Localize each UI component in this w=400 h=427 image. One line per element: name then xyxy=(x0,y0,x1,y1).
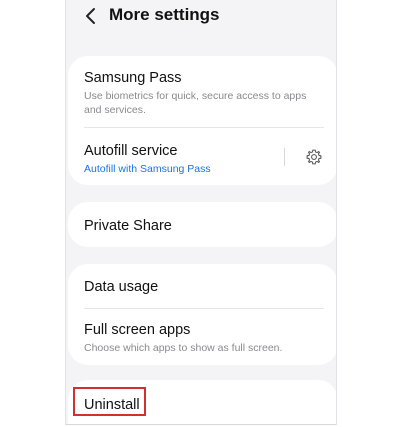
autofill-subtitle: Autofill with Samsung Pass xyxy=(84,163,211,175)
uninstall-button[interactable]: Uninstall xyxy=(84,397,140,413)
samsung-pass-item[interactable]: Samsung Pass Use biometrics for quick, s… xyxy=(84,69,318,117)
data-usage-item[interactable]: Data usage xyxy=(84,278,318,296)
autofill-title: Autofill service xyxy=(84,143,178,159)
gear-icon[interactable] xyxy=(305,148,323,166)
pass-autofill-card: Samsung Pass Use biometrics for quick, s… xyxy=(68,56,336,185)
vertical-divider xyxy=(284,148,285,166)
private-share-item[interactable]: Private Share xyxy=(84,217,318,235)
samsung-pass-title: Samsung Pass xyxy=(84,70,182,86)
full-screen-apps-item[interactable]: Full screen apps Choose which apps to sh… xyxy=(84,321,318,355)
autofill-service-item[interactable]: Autofill service Autofill with Samsung P… xyxy=(84,142,274,176)
divider xyxy=(84,127,324,128)
chevron-left-icon[interactable] xyxy=(80,4,102,28)
settings-screen: More settings Samsung Pass Use biometric… xyxy=(65,0,337,425)
private-share-title: Private Share xyxy=(84,218,172,234)
full-screen-apps-subtitle: Choose which apps to show as full screen… xyxy=(84,342,283,354)
data-fullscreen-card: Data usage Full screen apps Choose which… xyxy=(68,264,336,365)
app-header: More settings xyxy=(66,0,336,36)
divider xyxy=(84,308,324,309)
samsung-pass-subtitle: Use biometrics for quick, secure access … xyxy=(84,90,307,116)
full-screen-apps-title: Full screen apps xyxy=(84,322,191,338)
page-title: More settings xyxy=(109,5,220,24)
data-usage-title: Data usage xyxy=(84,279,159,295)
private-share-card: Private Share xyxy=(68,202,336,247)
